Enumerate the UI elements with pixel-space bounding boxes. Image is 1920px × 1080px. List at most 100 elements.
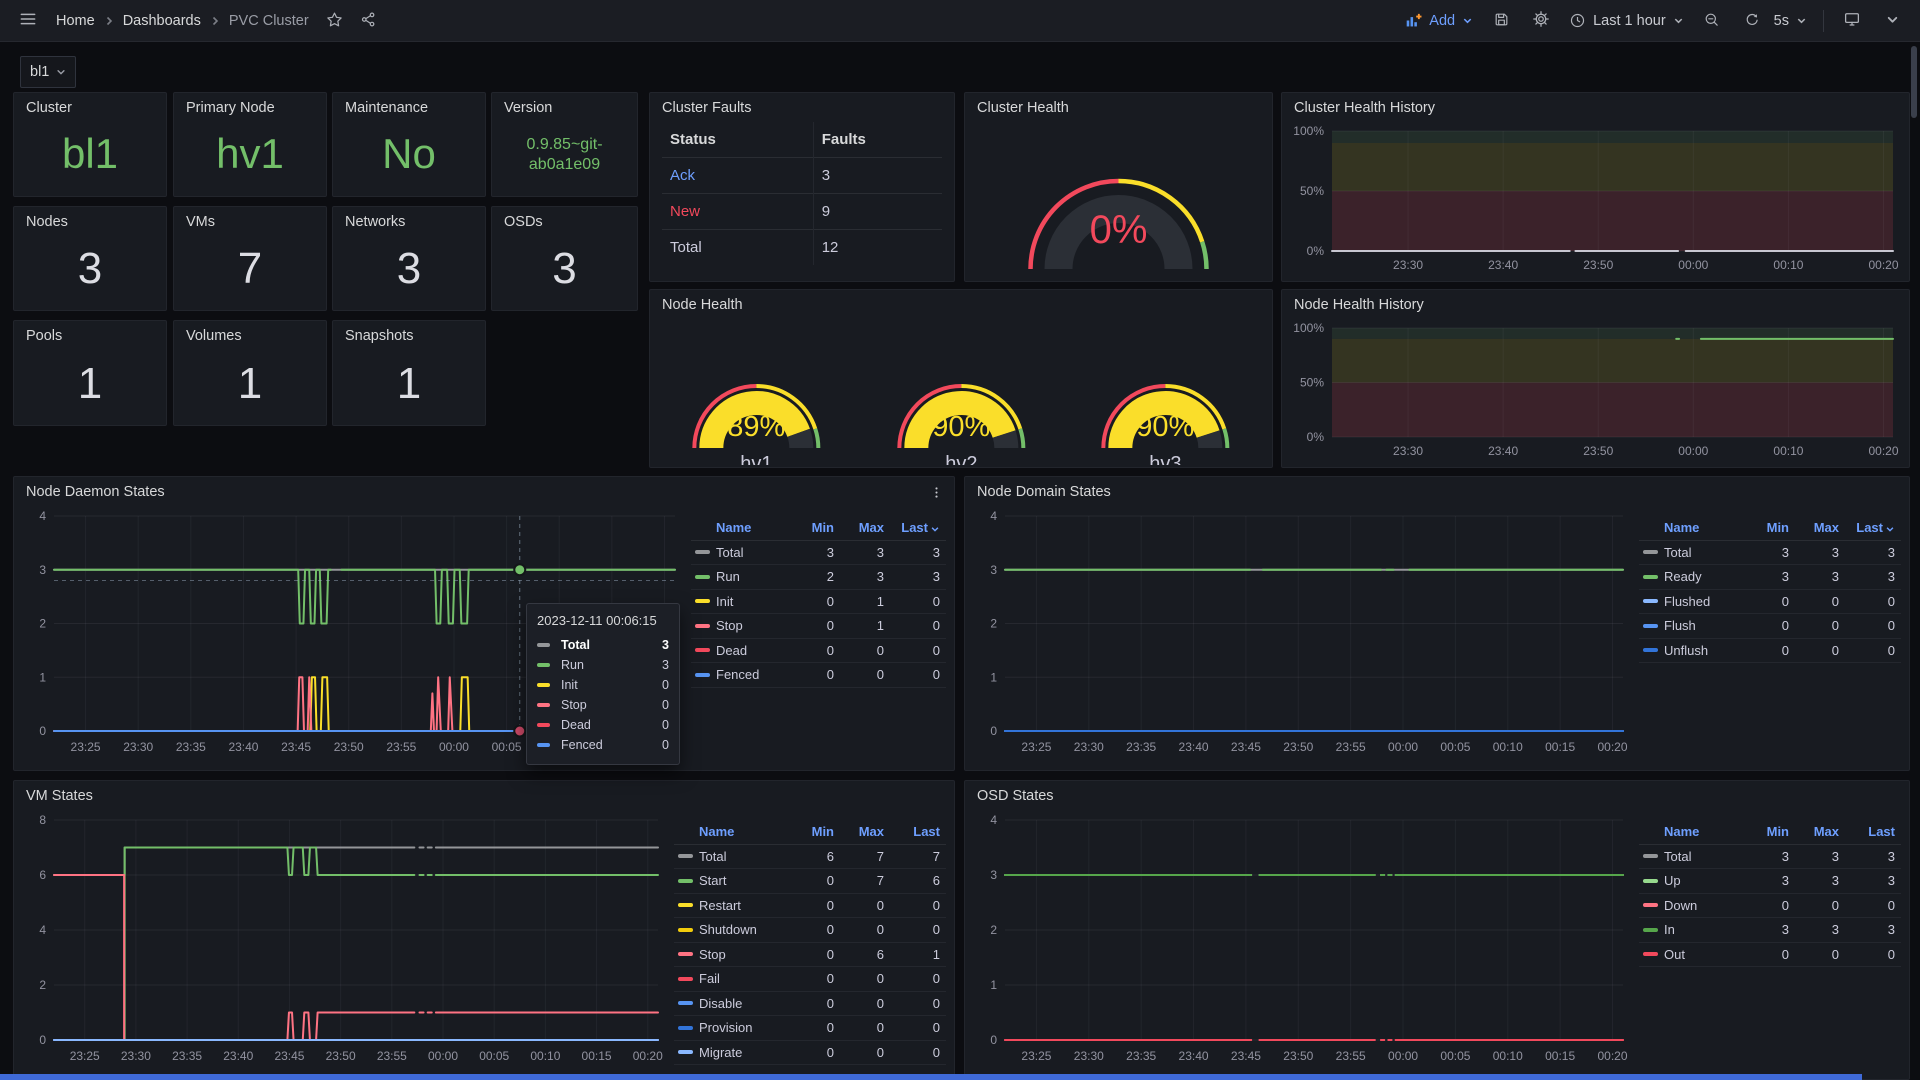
hamburger-icon xyxy=(18,9,38,32)
legend-series-name[interactable]: Stop xyxy=(698,947,796,962)
legend-series-name[interactable]: Flushed xyxy=(1663,594,1751,609)
osd-states-svg: 0123423:2523:3023:3523:4023:4523:5023:55… xyxy=(975,808,1629,1068)
legend-series-name[interactable]: Run xyxy=(715,569,796,584)
y-tick-label: 0 xyxy=(39,724,46,738)
legend-series-name[interactable]: Flush xyxy=(1663,618,1751,633)
x-tick-label: 00:20 xyxy=(1598,1049,1628,1063)
legend-header-row: NameMinMaxLast xyxy=(1639,820,1901,845)
vertical-scrollbar[interactable] xyxy=(1911,46,1917,118)
legend-series-name[interactable]: Total xyxy=(698,849,796,864)
legend-series-name[interactable]: Shutdown xyxy=(698,922,796,937)
legend-series-name[interactable]: Unflush xyxy=(1663,643,1751,658)
legend-column-last[interactable]: Last xyxy=(890,824,946,839)
legend-row-total: Total333 xyxy=(1639,541,1901,566)
legend-column-max[interactable]: Max xyxy=(1795,520,1845,535)
legend-column-min[interactable]: Min xyxy=(796,520,840,535)
panel-title: Nodes xyxy=(14,207,166,234)
chevron-down-icon xyxy=(1796,15,1807,26)
legend-min-value: 0 xyxy=(1751,947,1795,962)
legend-series-name[interactable]: Total xyxy=(1663,849,1751,864)
variable-dropdown-cluster[interactable]: bl1 xyxy=(20,56,76,88)
fault-status[interactable]: New xyxy=(662,194,813,230)
column-header-faults[interactable]: Faults xyxy=(813,122,942,158)
legend-column-last[interactable]: Last xyxy=(1845,520,1901,535)
y-tick-label: 2 xyxy=(39,617,46,631)
osd-states-chart[interactable]: 0123423:2523:3023:3523:4023:4523:5023:55… xyxy=(975,808,1629,1068)
legend-column-name[interactable]: Name xyxy=(1663,520,1751,535)
legend-last-value: 0 xyxy=(890,996,946,1011)
breadcrumb: Home Dashboards PVC Cluster xyxy=(56,13,309,29)
legend-column-last[interactable]: Last xyxy=(1845,824,1901,839)
legend-column-name[interactable]: Name xyxy=(698,824,796,839)
legend-series-name[interactable]: Migrate xyxy=(698,1045,796,1060)
menu-toggle-button[interactable] xyxy=(16,7,40,35)
refresh-interval-dropdown[interactable]: 5s xyxy=(1774,13,1807,29)
legend-column-min[interactable]: Min xyxy=(1751,520,1795,535)
legend-column-max[interactable]: Max xyxy=(840,520,890,535)
x-tick-label: 00:05 xyxy=(1440,740,1470,754)
node-domain-states-chart[interactable]: 0123423:2523:3023:3523:4023:4523:5023:55… xyxy=(975,504,1629,759)
legend-series-name[interactable]: Restart xyxy=(698,898,796,913)
panel-cluster-faults: Cluster Faults Status Faults Ack3New9Tot… xyxy=(649,92,955,282)
vm-states-chart[interactable]: 0246823:2523:3023:3523:4023:4523:5023:55… xyxy=(24,808,664,1068)
legend-series-name[interactable]: Start xyxy=(698,873,796,888)
series-color-dash xyxy=(678,1026,693,1030)
refresh-dashboard-button[interactable] xyxy=(1740,7,1764,35)
share-dashboard-button[interactable] xyxy=(357,7,381,35)
column-header-status[interactable]: Status xyxy=(662,122,813,158)
gauge-svg: 90%hv2 xyxy=(859,316,1064,465)
legend-series-name[interactable]: Ready xyxy=(1663,569,1751,584)
x-tick-label: 00:20 xyxy=(1598,740,1628,754)
legend-series-name[interactable]: Out xyxy=(1663,947,1751,962)
legend-series-name[interactable]: Disable xyxy=(698,996,796,1011)
save-dashboard-button[interactable] xyxy=(1489,7,1513,35)
legend-column-last[interactable]: Last xyxy=(890,520,946,535)
legend-column-max[interactable]: Max xyxy=(1795,824,1845,839)
fault-status[interactable]: Total xyxy=(662,230,813,266)
legend-series-name[interactable]: In xyxy=(1663,922,1751,937)
breadcrumb-home[interactable]: Home xyxy=(56,13,95,29)
x-tick-label: 23:30 xyxy=(1393,444,1423,458)
legend-column-min[interactable]: Min xyxy=(796,824,840,839)
x-tick-label: 00:10 xyxy=(530,1049,560,1063)
kiosk-mode-button[interactable] xyxy=(1840,7,1864,35)
nav-more-button[interactable] xyxy=(1880,7,1904,35)
legend-last-value: 3 xyxy=(1845,922,1901,937)
favorite-star-button[interactable] xyxy=(323,7,347,35)
legend-last-value: 0 xyxy=(1845,618,1901,633)
legend-series-name[interactable]: Total xyxy=(1663,545,1751,560)
zoom-out-time-button[interactable] xyxy=(1700,7,1724,35)
legend-column-name[interactable]: Name xyxy=(715,520,796,535)
y-tick-label: 50% xyxy=(1300,184,1324,198)
add-panel-dropdown[interactable]: Add xyxy=(1405,12,1473,29)
fault-row: Total12 xyxy=(662,230,942,266)
legend-column-name[interactable]: Name xyxy=(1663,824,1751,839)
dashboard-settings-button[interactable] xyxy=(1529,7,1553,35)
legend-series-name[interactable]: Total xyxy=(715,545,796,560)
panel-menu-kebab-icon[interactable] xyxy=(929,485,944,505)
fault-status[interactable]: Ack xyxy=(662,158,813,194)
chevron-down-icon xyxy=(1886,13,1899,29)
legend-series-name[interactable]: Dead xyxy=(715,643,796,658)
legend-column-min[interactable]: Min xyxy=(1751,824,1795,839)
sort-chevron-icon xyxy=(1883,520,1895,535)
legend-series-name[interactable]: Up xyxy=(1663,873,1751,888)
stat-panel-networks: Networks 3 xyxy=(332,206,486,311)
x-tick-label: 23:55 xyxy=(377,1049,407,1063)
x-tick-label: 00:05 xyxy=(1440,1049,1470,1063)
time-range-picker[interactable]: Last 1 hour xyxy=(1569,12,1684,29)
legend-series-name[interactable]: Down xyxy=(1663,898,1751,913)
legend-column-max[interactable]: Max xyxy=(840,824,890,839)
legend-series-name[interactable]: Fenced xyxy=(715,667,796,682)
breadcrumb-dashboards[interactable]: Dashboards xyxy=(123,13,201,29)
series-color-dash xyxy=(695,648,710,652)
panel-title: Node Health xyxy=(650,290,1272,317)
series-color-dash xyxy=(1643,550,1658,554)
legend-series-name[interactable]: Init xyxy=(715,594,796,609)
legend-series-name[interactable]: Provision xyxy=(698,1020,796,1035)
x-tick-label: 23:50 xyxy=(1583,444,1613,458)
legend-min-value: 3 xyxy=(1751,922,1795,937)
legend-series-name[interactable]: Fail xyxy=(698,971,796,986)
legend-series-name[interactable]: Stop xyxy=(715,618,796,633)
x-tick-label: 00:00 xyxy=(1678,258,1708,272)
